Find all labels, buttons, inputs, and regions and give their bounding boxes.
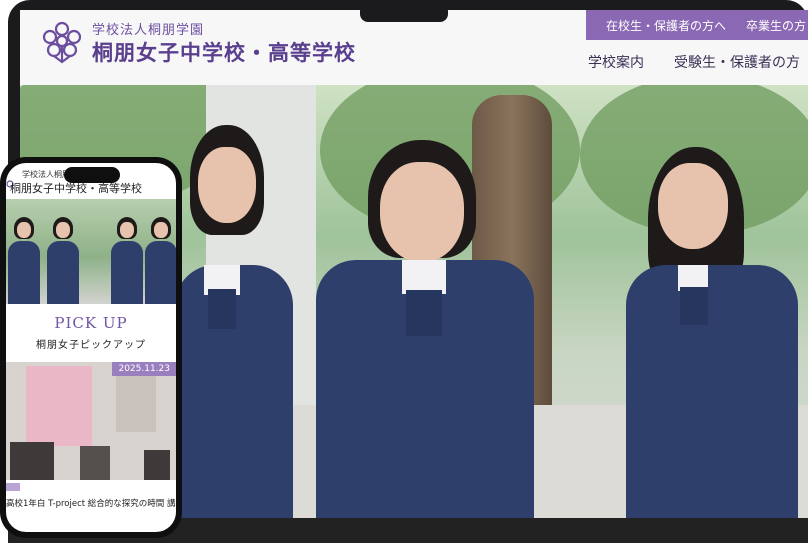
laptop-camera-notch [360,0,448,22]
top-link-alumni[interactable]: 卒業生の方 [726,17,806,34]
nav-item-applicants[interactable]: 受験生・保護者の方 [674,52,800,72]
mobile-site: 学校法人桐朋学園 桐朋女子中学校・高等学校 PICK UP 桐朋女子ピックアップ [6,163,176,532]
device-mockup: 学校法人桐朋学園 桐朋女子中学校・高等学校 在校生・保護者の方へ 卒業生の方 学… [0,0,808,543]
easel [80,446,110,480]
student-figure [7,217,41,304]
top-link-current-students[interactable]: 在校生・保護者の方へ [586,17,726,34]
top-utility-links: 在校生・保護者の方へ 卒業生の方 [586,10,808,40]
school-name[interactable]: 桐朋女子中学校・高等学校 [92,37,356,67]
news-category-tag [6,483,20,491]
student-figure [175,125,300,518]
poster-board [116,376,156,432]
corp-name: 学校法人桐朋学園 [92,23,205,38]
student-figure [310,140,540,518]
news-title-link[interactable]: 高校1年白 T-project 総合的な探究の時間 講演 [6,497,176,509]
student-figure [110,217,144,304]
person-silhouette [144,450,170,480]
student-figure [144,217,176,304]
pickup-subtitle: 桐朋女子ピックアップ [36,340,146,351]
pickup-title: PICK UP [54,314,128,332]
phone-notch [64,167,120,183]
main-nav: 学校案内 受験生・保護者の方 [588,52,808,72]
news-card-image[interactable]: 2025.11.23 [6,362,176,480]
pickup-section: PICK UP 桐朋女子ピックアップ [6,304,176,362]
mobile-hero-photo [6,199,176,304]
nav-item-school-guide[interactable]: 学校案内 [588,52,644,72]
school-emblem-icon[interactable] [38,20,86,64]
news-date-badge: 2025.11.23 [112,362,176,376]
poster-board [26,366,92,446]
phone-frame: 学校法人桐朋学園 桐朋女子中学校・高等学校 PICK UP 桐朋女子ピックアップ [0,157,182,538]
easel [10,442,54,480]
student-figure [46,217,80,304]
student-figure [626,147,802,518]
